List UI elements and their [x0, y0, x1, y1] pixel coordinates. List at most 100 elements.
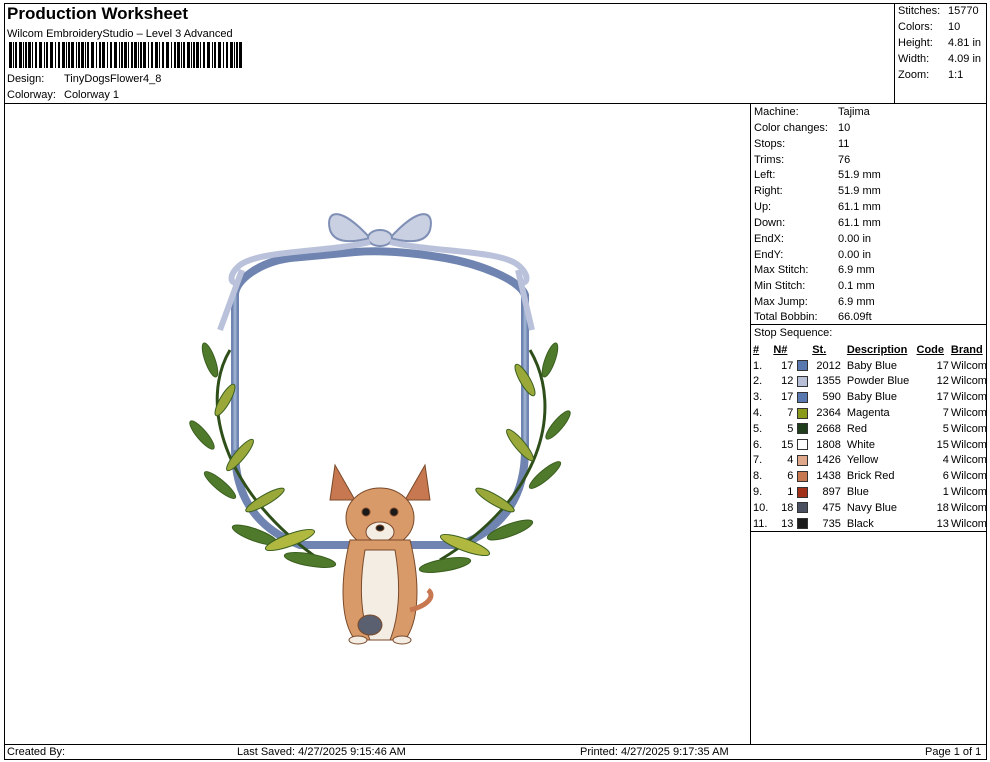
stop-index: 7. [753, 454, 763, 467]
leaves-left [189, 342, 337, 568]
color-swatch [797, 518, 809, 530]
barcode-bar [71, 42, 74, 68]
stop-needle: 18 [781, 501, 794, 514]
color-swatch [797, 407, 809, 419]
barcode-bar [78, 42, 80, 68]
info-label: Down: [754, 217, 786, 229]
summary-value: 15770 [948, 5, 979, 17]
barcode-bar [25, 42, 27, 68]
barcode-bar [183, 42, 185, 68]
stop-stitches: 590 [822, 391, 841, 404]
design-value: TinyDogsFlower4_8 [64, 73, 162, 85]
shield-frame-inner [233, 295, 527, 450]
summary-label: Colors: [898, 21, 933, 33]
colorway-label: Colorway: [7, 89, 56, 101]
stop-description: Yellow [846, 454, 879, 467]
stop-swatch [797, 421, 812, 437]
stop-swatch [797, 405, 812, 421]
stop-stitches: 735 [822, 517, 841, 530]
info-value: 0.00 in [838, 233, 872, 245]
info-value: 6.9 mm [838, 264, 875, 276]
barcode-bar [35, 42, 37, 68]
stop-stitches: 2364 [816, 407, 841, 420]
stop-code: 5 [942, 422, 949, 435]
stop-needle: 4 [787, 454, 794, 467]
barcode-bar [200, 42, 201, 68]
barcode-bar [46, 42, 48, 68]
barcode-bar [119, 42, 120, 68]
footer-created-by: Created By: [7, 746, 66, 758]
barcode-bar [124, 42, 127, 68]
stop-sequence-title: Stop Sequence: [754, 327, 833, 339]
barcode-bar [39, 42, 42, 68]
stop-swatch [797, 358, 812, 374]
summary-label: Zoom: [898, 69, 930, 81]
stop-description: Baby Blue [846, 359, 898, 372]
barcode-bar [81, 42, 84, 68]
stop-description: Black [846, 517, 874, 530]
barcode-bar [236, 42, 238, 68]
stop-stitches: 1438 [816, 470, 841, 483]
barcode-bar [68, 42, 70, 68]
barcode-bar [218, 42, 221, 68]
stop-swatch [797, 437, 812, 453]
barcode-bar [15, 42, 17, 68]
color-swatch [797, 391, 809, 403]
stop-needle: 12 [781, 375, 794, 388]
barcode-bar [91, 42, 94, 68]
stop-code: 17 [936, 359, 949, 372]
barcode-bar [196, 42, 199, 68]
info-label: Color changes: [754, 122, 828, 134]
stop-needle: 6 [787, 470, 794, 483]
barcode-bar [155, 42, 158, 68]
barcode-bar [121, 42, 123, 68]
summary-value: 4.09 in [948, 53, 982, 65]
stop-index: 9. [753, 486, 763, 499]
stop-code: 4 [942, 454, 949, 467]
stop-description: Powder Blue [846, 375, 910, 388]
stop-brand: Wilcom [950, 359, 987, 372]
info-value: 10 [838, 122, 851, 134]
color-swatch [797, 439, 809, 451]
stop-code: 7 [942, 407, 949, 420]
info-value: Tajima [838, 106, 870, 118]
stop-row: 3. 17 590 Baby Blue 17 Wilcom [753, 389, 990, 405]
info-label: Right: [754, 185, 783, 197]
col-index: # [753, 343, 760, 356]
info-label: Stops: [754, 138, 786, 150]
info-value: 51.9 mm [838, 169, 881, 181]
barcode-bar [207, 42, 210, 68]
info-value: 6.9 mm [838, 296, 875, 308]
stop-row: 9. 1 897 Blue 1 Wilcom [753, 484, 990, 500]
col-needle: N# [773, 343, 788, 356]
barcode-bar [13, 42, 14, 68]
barcode-bar [9, 42, 12, 68]
stop-needle: 17 [781, 359, 794, 372]
stop-swatch [797, 500, 812, 516]
barcode-bar [148, 42, 149, 68]
stop-stitches: 2668 [816, 422, 841, 435]
stop-description: Baby Blue [846, 391, 898, 404]
summary-value: 10 [948, 21, 961, 33]
stop-brand: Wilcom [950, 470, 987, 483]
stop-brand: Wilcom [950, 517, 987, 530]
footer-last-saved: Last Saved: 4/27/2025 9:15:46 AM [237, 746, 406, 758]
colorway-value: Colorway 1 [64, 89, 120, 101]
summary-value: 4.81 in [948, 37, 982, 49]
summary-label: Stitches: [898, 5, 941, 17]
stop-index: 2. [753, 375, 763, 388]
stop-code: 18 [936, 501, 949, 514]
barcode-bar [138, 42, 139, 68]
stop-code: 13 [936, 517, 949, 530]
barcode-bar [107, 42, 108, 68]
design-preview [189, 213, 571, 645]
color-swatch [797, 486, 809, 498]
barcode-bar [177, 42, 180, 68]
barcode-bar [96, 42, 97, 68]
stop-swatch [797, 516, 812, 532]
barcode-bar [55, 42, 56, 68]
barcode-bar [187, 42, 190, 68]
barcode-bar [212, 42, 213, 68]
design-label: Design: [7, 73, 45, 85]
stop-index: 10. [753, 501, 769, 514]
